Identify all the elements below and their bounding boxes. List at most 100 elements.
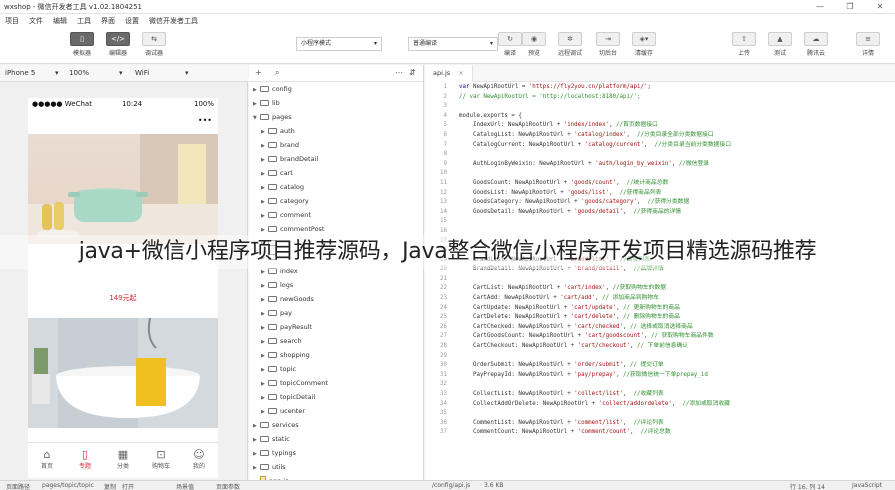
folder-item[interactable]: ▶ brand (249, 138, 423, 152)
folder-item[interactable]: ▶ brandDetail (249, 152, 423, 166)
mode-select-value: 小程序模式 (301, 40, 332, 47)
folder-item[interactable]: ▶ lib (249, 96, 423, 110)
close-icon[interactable]: × (458, 69, 463, 77)
line-number: 26 (440, 323, 447, 330)
details-icon: ≡ (856, 32, 880, 46)
minimize-button[interactable]: — (805, 2, 835, 11)
folder-item[interactable]: ▶ payResult (249, 320, 423, 334)
tencent-cloud-button[interactable]: ☁ 腾讯云 (796, 32, 836, 62)
editor-button[interactable]: </> 编辑器 (98, 32, 138, 62)
clear-cache-button[interactable]: ◈▾ 清缓存 (624, 32, 664, 62)
tab-home[interactable]: ⌂ 首页 (28, 443, 66, 478)
background-button[interactable]: ⇥ 切后台 (588, 32, 628, 62)
folder-item[interactable]: ▶ cart (249, 166, 423, 180)
product-bath-image[interactable] (28, 318, 218, 428)
remote-debug-label: 远程调试 (557, 50, 582, 57)
folder-item[interactable]: ▶ logs (249, 278, 423, 292)
details-button[interactable]: ≡ 详情 (848, 32, 888, 62)
folder-item[interactable]: ▶ pay (249, 306, 423, 320)
folder-item[interactable]: ▼ pages (249, 110, 423, 124)
zoom-select[interactable]: 100% (64, 69, 89, 77)
tab-category[interactable]: ▦ 分类 (104, 443, 142, 478)
file-explorer: + ⌕ ⋯ ⇵ ▶ config ▶ lib ▼ pages ▶ auth ▶ brand ▶ bra… (249, 65, 424, 485)
folder-item[interactable]: ▶ topicComment (249, 376, 423, 390)
tab-cart[interactable]: ⊡ 购物车 (142, 443, 180, 478)
more-icon[interactable]: ⋯ (395, 68, 403, 77)
tree-item-label: topic (280, 365, 297, 373)
folder-item[interactable]: ▶ category (249, 194, 423, 208)
chevron-right-icon: ▶ (261, 311, 265, 317)
debugger-button[interactable]: ⇆ 调试器 (134, 32, 174, 62)
editor-tab-api-js[interactable]: api.js × (425, 65, 473, 82)
folder-item[interactable]: ▶ newGoods (249, 292, 423, 306)
mode-select[interactable]: 小程序模式 ▾ (296, 37, 382, 51)
folder-item[interactable]: ▶ topic (249, 362, 423, 376)
menu-tools[interactable]: 工具 (72, 16, 96, 26)
code-line: 5 IndexUrl: NewApiRootUrl + 'index/index… (425, 121, 895, 131)
open-path-link[interactable]: 打开 (122, 482, 134, 490)
folder-item[interactable]: ▶ search (249, 334, 423, 348)
folder-item[interactable]: ▶ ucenter (249, 404, 423, 418)
menu-file[interactable]: 文件 (24, 16, 48, 26)
simulator-button[interactable]: ▯ 模拟器 (62, 32, 102, 62)
tab-cart-label: 购物车 (151, 463, 170, 470)
code-line: 29 (425, 352, 895, 362)
menu-edit[interactable]: 编辑 (48, 16, 72, 26)
editor-tabs: api.js × (425, 65, 895, 82)
chevron-right-icon: ▶ (261, 367, 265, 373)
folder-item[interactable]: ▶ services (249, 418, 423, 432)
menu-view[interactable]: 界面 (96, 16, 120, 26)
search-icon[interactable]: ⌕ (275, 68, 279, 78)
folder-item[interactable]: ▶ utils (249, 460, 423, 474)
folder-item[interactable]: ▶ auth (249, 124, 423, 138)
folder-item[interactable]: ▶ shopping (249, 348, 423, 362)
remote-debug-button[interactable]: ✲ 远程调试 (550, 32, 590, 62)
folder-icon (268, 170, 277, 176)
folder-item[interactable]: ▶ config (249, 82, 423, 96)
line-number: 37 (440, 429, 447, 436)
debug-icon: ⇆ (142, 32, 166, 46)
folder-item[interactable]: ▶ topicDetail (249, 390, 423, 404)
code-line: 15 (425, 217, 895, 227)
maximize-button[interactable]: ❐ (835, 2, 865, 11)
tab-mine[interactable]: ☺ 我的 (180, 443, 218, 478)
line-content: module.exports = { (459, 112, 522, 122)
menu-project[interactable]: 项目 (0, 16, 24, 26)
file-tree: ▶ config ▶ lib ▼ pages ▶ auth ▶ brand ▶ brandDetail… (249, 82, 423, 488)
tab-topic[interactable]: ▯ 专题 (66, 443, 104, 478)
code-token: 'cart/add' (560, 295, 596, 302)
code-line: 32 (425, 380, 895, 390)
code-token: 'cart/update' (570, 304, 617, 311)
folder-item[interactable]: ▶ typings (249, 446, 423, 460)
page-params-label[interactable]: 页面参数 (216, 482, 240, 490)
compile-select[interactable]: 普通编译 ▾ (408, 37, 498, 51)
code-token: AuthLoginByWeixin: NewApiRootUrl + (459, 160, 596, 167)
network-select[interactable]: WiFi (130, 69, 149, 77)
folder-item[interactable]: ▶ static (249, 432, 423, 446)
folder-item[interactable]: ▶ commentPost (249, 222, 423, 236)
chevron-right-icon: ▶ (261, 325, 265, 331)
split-icon[interactable]: ⇵ (409, 68, 416, 77)
device-model-select[interactable]: iPhone 5 (0, 69, 35, 77)
menu-settings[interactable]: 设置 (120, 16, 144, 26)
tree-item-label: topicComment (280, 379, 328, 387)
tree-item-label: brandDetail (280, 155, 319, 163)
menu-devtools[interactable]: 微信开发者工具 (144, 16, 203, 26)
tree-item-label: utils (272, 463, 286, 471)
folder-item[interactable]: ▶ comment (249, 208, 423, 222)
more-icon[interactable]: ••• (198, 116, 212, 125)
add-icon[interactable]: + (255, 68, 262, 77)
test-button[interactable]: ▲ 测试 (760, 32, 800, 62)
copy-path-link[interactable]: 复制 (104, 482, 116, 490)
close-button[interactable]: ✕ (865, 2, 895, 11)
code-token: CartAdd: NewApiRootUrl + (459, 295, 561, 302)
line-number: 7 (443, 141, 448, 148)
product-banner-image[interactable] (28, 134, 218, 244)
tree-item-label: services (272, 421, 299, 429)
preview-button[interactable]: ◉ 预览 (514, 32, 554, 62)
upload-button[interactable]: ⇧ 上传 (724, 32, 764, 62)
scene-label[interactable]: 场景值 (176, 482, 194, 490)
phone-screen[interactable]: ●●●●● WeChat 10:24 100% ••• 149元起 ⌂ 首页 ▯… (28, 98, 218, 478)
language-mode[interactable]: JavaScript (852, 482, 882, 489)
folder-item[interactable]: ▶ catalog (249, 180, 423, 194)
